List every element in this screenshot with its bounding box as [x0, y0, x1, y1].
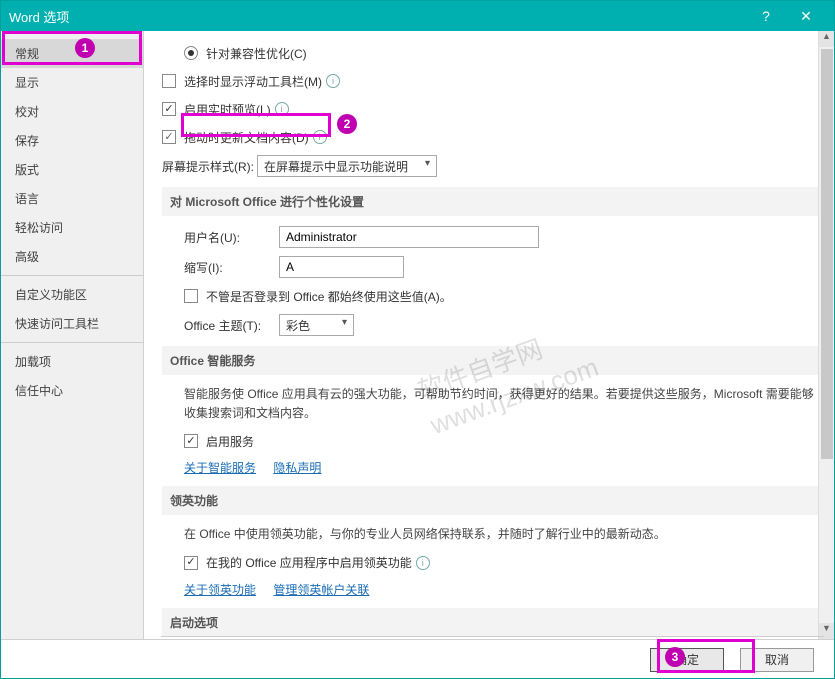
sidebar-separator	[1, 275, 143, 276]
sidebar-item-general[interactable]: 常规	[1, 39, 143, 68]
row-always-use: 不管是否登录到 Office 都始终使用这些值(A)。	[162, 286, 818, 306]
intelligent-desc: 智能服务使 Office 应用具有云的强大功能，可帮助节约时间，获得更好的结果。…	[184, 385, 818, 423]
tip-style-dropdown[interactable]: 在屏幕提示中显示功能说明	[257, 155, 437, 177]
sidebar-separator	[1, 342, 143, 343]
privacy-link[interactable]: 隐私声明	[273, 461, 321, 475]
drag-update-label: 拖动时更新文档内容(D)	[184, 129, 309, 146]
info-icon[interactable]: i	[275, 102, 289, 116]
sidebar-item-proofing[interactable]: 校对	[1, 97, 143, 126]
sidebar-item-customize-ribbon[interactable]: 自定义功能区	[1, 280, 143, 309]
info-icon[interactable]: i	[313, 130, 327, 144]
close-button[interactable]: ✕	[786, 8, 826, 25]
intelligent-links: 关于智能服务 隐私声明	[184, 459, 818, 476]
live-preview-label: 启用实时预览(L)	[184, 101, 271, 118]
live-preview-checkbox[interactable]	[162, 102, 176, 116]
enable-linkedin-label: 在我的 Office 应用程序中启用领英功能	[206, 554, 412, 571]
row-enable-services: 启用服务	[162, 431, 818, 451]
compat-optimize-label: 针对兼容性优化(C)	[206, 45, 307, 62]
section-personalize: 对 Microsoft Office 进行个性化设置	[162, 187, 818, 216]
info-icon[interactable]: i	[326, 74, 340, 88]
row-float-toolbar: 选择时显示浮动工具栏(M) i	[162, 71, 818, 91]
row-theme: Office 主题(T): 彩色	[162, 314, 818, 336]
content-panel: 针对兼容性优化(C) 选择时显示浮动工具栏(M) i 启用实时预览(L) i 拖…	[144, 31, 834, 639]
float-toolbar-label: 选择时显示浮动工具栏(M)	[184, 73, 322, 90]
sidebar: 常规 显示 校对 保存 版式 语言 轻松访问 高级 自定义功能区 快速访问工具栏…	[1, 31, 144, 639]
annotation-badge-3: 3	[665, 647, 685, 667]
section-intelligent: Office 智能服务	[162, 346, 818, 375]
dialog-body: 常规 显示 校对 保存 版式 语言 轻松访问 高级 自定义功能区 快速访问工具栏…	[1, 31, 834, 639]
scroll-up-icon[interactable]: ▲	[819, 31, 834, 47]
sidebar-item-save[interactable]: 保存	[1, 126, 143, 155]
username-label: 用户名(U):	[184, 229, 279, 246]
row-drag-update: 拖动时更新文档内容(D) i	[162, 127, 818, 147]
enable-services-label: 启用服务	[206, 433, 254, 450]
sidebar-item-language[interactable]: 语言	[1, 184, 143, 213]
sidebar-item-easy-access[interactable]: 轻松访问	[1, 213, 143, 242]
always-use-checkbox[interactable]	[184, 289, 198, 303]
drag-update-checkbox[interactable]	[162, 130, 176, 144]
enable-linkedin-checkbox[interactable]	[184, 556, 198, 570]
theme-label: Office 主题(T):	[184, 317, 279, 334]
sidebar-item-quick-access[interactable]: 快速访问工具栏	[1, 309, 143, 338]
content-footer-separator	[161, 636, 824, 637]
manage-linkedin-link[interactable]: 管理领英帐户关联	[273, 583, 369, 597]
linkedin-desc: 在 Office 中使用领英功能，与你的专业人员网络保持联系，并随时了解行业中的…	[184, 525, 818, 544]
enable-services-checkbox[interactable]	[184, 434, 198, 448]
about-linkedin-link[interactable]: 关于领英功能	[184, 583, 256, 597]
float-toolbar-checkbox[interactable]	[162, 74, 176, 88]
row-enable-linkedin: 在我的 Office 应用程序中启用领英功能 i	[162, 553, 818, 573]
row-initials: 缩写(I):	[162, 256, 818, 278]
initials-label: 缩写(I):	[184, 259, 279, 276]
dialog-footer: 确定 取消	[1, 639, 834, 679]
row-live-preview: 启用实时预览(L) i	[162, 99, 818, 119]
sidebar-item-display[interactable]: 显示	[1, 68, 143, 97]
sidebar-item-trust-center[interactable]: 信任中心	[1, 376, 143, 405]
annotation-badge-2: 2	[337, 114, 357, 134]
ok-button[interactable]: 确定	[650, 648, 724, 672]
section-linkedin: 领英功能	[162, 486, 818, 515]
row-tip-style: 屏幕提示样式(R): 在屏幕提示中显示功能说明	[162, 155, 818, 177]
titlebar: Word 选项 ? ✕	[1, 1, 834, 31]
initials-input[interactable]	[279, 256, 404, 278]
row-username: 用户名(U):	[162, 226, 818, 248]
compat-optimize-radio[interactable]	[184, 46, 198, 60]
sidebar-item-layout[interactable]: 版式	[1, 155, 143, 184]
username-input[interactable]	[279, 226, 539, 248]
tip-style-label: 屏幕提示样式(R):	[162, 158, 257, 175]
vertical-scrollbar[interactable]: ▲ ▼	[818, 31, 834, 639]
sidebar-item-advanced[interactable]: 高级	[1, 242, 143, 271]
help-button[interactable]: ?	[746, 8, 786, 24]
sidebar-item-addins[interactable]: 加载项	[1, 347, 143, 376]
row-compat: 针对兼容性优化(C)	[162, 43, 818, 63]
annotation-badge-1: 1	[75, 38, 95, 58]
window-title: Word 选项	[9, 7, 746, 26]
always-use-label: 不管是否登录到 Office 都始终使用这些值(A)。	[206, 288, 452, 305]
scroll-thumb[interactable]	[821, 49, 833, 459]
options-dialog: Word 选项 ? ✕ 常规 显示 校对 保存 版式 语言 轻松访问 高级 自定…	[0, 0, 835, 679]
section-startup: 启动选项	[162, 608, 818, 637]
cancel-button[interactable]: 取消	[740, 648, 814, 672]
theme-dropdown[interactable]: 彩色	[279, 314, 354, 336]
linkedin-links: 关于领英功能 管理领英帐户关联	[184, 581, 818, 598]
about-intelligent-link[interactable]: 关于智能服务	[184, 461, 256, 475]
info-icon[interactable]: i	[416, 556, 430, 570]
